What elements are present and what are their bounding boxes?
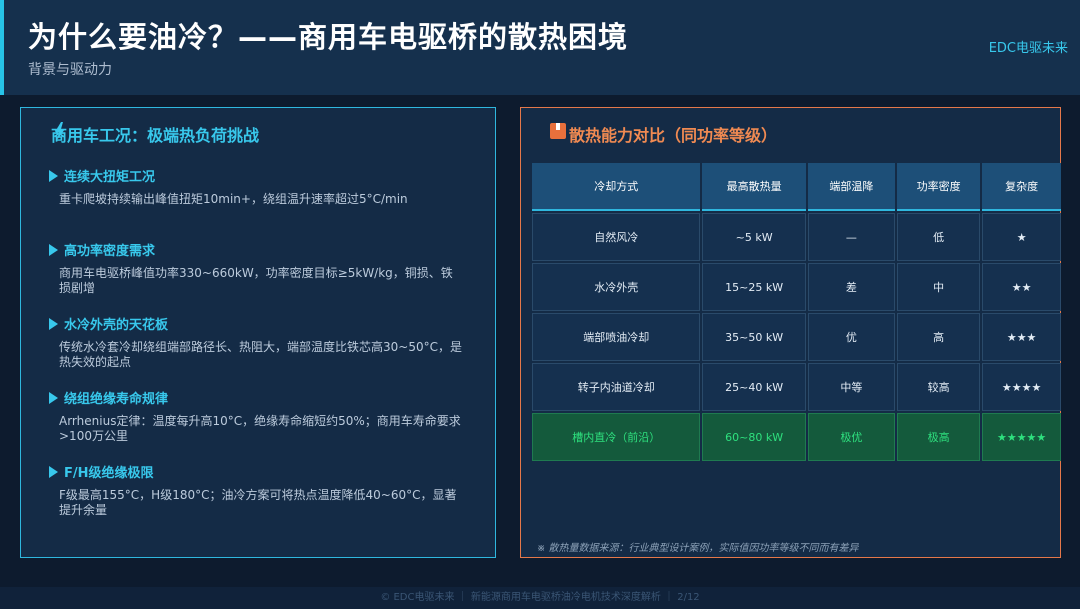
table-cell: 槽内直冷（前沿） [532,413,701,461]
table-cell: 转子内油道冷却 [532,363,701,411]
cooling-comparison-panel: 散热能力对比（同功率等级） 冷却方式 最高散热量 端部温降 功率密度 复杂度 自… [520,107,1061,558]
table-cell: 端部喷油冷却 [532,313,701,361]
table-cell: 差 [807,263,895,311]
table-cell: 15~25 kW [702,263,806,311]
table-row: 转子内油道冷却 25~40 kW 中等 较高 ★★★★ [532,363,1061,411]
table-cell: 较高 [897,363,981,411]
thermal-challenge-panel: 商用车工况：极端热负荷挑战 连续大扭矩工况 重卡爬坡持续输出峰值扭矩10min+… [20,107,496,558]
list-item: 连续大扭矩工况 重卡爬坡持续输出峰值扭矩10min+，绕组温升速率超过5°C/m… [49,166,469,240]
table-row-highlighted: 槽内直冷（前沿） 60~80 kW 极优 极高 ★★★★★ [532,413,1061,461]
table-cell: 优 [807,313,895,361]
item-description: 商用车电驱桥峰值功率330~660kW，功率密度目标≥5kW/kg，铜损、铁损剧… [59,266,453,295]
table-cell: 25~40 kW [702,363,806,411]
data-source-footnote: ※ 散热量数据来源：行业典型设计案例，实际值因功率等级不同而有差异 [537,543,859,554]
column-header: 最高散热量 [702,163,806,211]
table-cell: ~5 kW [702,213,806,261]
table-cell: 60~80 kW [702,413,806,461]
item-heading: F/H级绝缘极限 [64,466,154,481]
challenge-list: 连续大扭矩工况 重卡爬坡持续输出峰值扭矩10min+，绕组温升速率超过5°C/m… [49,166,469,536]
item-heading: 连续大扭矩工况 [64,170,156,185]
list-item: 绕组绝缘寿命规律 Arrhenius定律：温度每升高10°C，绝缘寿命缩短约50… [49,388,469,462]
table-cell: ★★★★★ [982,413,1061,461]
table-header-row: 冷却方式 最高散热量 端部温降 功率密度 复杂度 [532,163,1061,211]
slide-header: 为什么要油冷？——商用车电驱桥的散热困境 背景与驱动力 EDC电驱未来 [0,0,1080,95]
list-item: 高功率密度需求 商用车电驱桥峰值功率330~660kW，功率密度目标≥5kW/k… [49,240,469,314]
table-cell: ★ [982,213,1061,261]
table-cell: 极高 [897,413,981,461]
item-description: F级最高155°C，H级180°C；油冷方案可将热点温度降低40~60°C，显著… [59,488,457,517]
table-cell: 自然风冷 [532,213,701,261]
column-header: 端部温降 [807,163,895,211]
list-item: 水冷外壳的天花板 传统水冷套冷却绕组端部路径长、热阻大，端部温度比铁芯高30~5… [49,314,469,388]
table-cell: ★★★ [982,313,1061,361]
table-cell: 极优 [807,413,895,461]
column-header: 功率密度 [897,163,981,211]
triangle-bullet-icon [49,466,58,478]
table-cell: ★★★★ [982,363,1061,411]
toolbox-icon [550,123,566,139]
item-heading: 高功率密度需求 [64,244,156,259]
table-cell: 水冷外壳 [532,263,701,311]
table-row: 端部喷油冷却 35~50 kW 优 高 ★★★ [532,313,1061,361]
panel-title: 商用车工况：极端热负荷挑战 [51,126,260,145]
table-cell: 低 [897,213,981,261]
column-header: 复杂度 [982,163,1061,211]
triangle-bullet-icon [49,244,58,256]
triangle-bullet-icon [49,392,58,404]
comparison-table: 冷却方式 最高散热量 端部温降 功率密度 复杂度 自然风冷 ~5 kW — 低 … [530,161,1063,463]
triangle-bullet-icon [49,170,58,182]
item-description: 传统水冷套冷却绕组端部路径长、热阻大，端部温度比铁芯高30~50°C，是热失效的… [59,340,462,369]
item-heading: 水冷外壳的天花板 [64,318,169,333]
table-row: 水冷外壳 15~25 kW 差 中 ★★ [532,263,1061,311]
panel-title: 散热能力对比（同功率等级） [569,126,778,145]
table-cell: ★★ [982,263,1061,311]
list-item: F/H级绝缘极限 F级最高155°C，H级180°C；油冷方案可将热点温度降低4… [49,462,469,536]
page-subtitle: 背景与驱动力 [28,62,112,78]
item-heading: 绕组绝缘寿命规律 [64,392,169,407]
slide-footer: © EDC电驱未来 ｜ 新能源商用车电驱桥油冷电机技术深度解析 ｜ 2/12 [0,587,1080,609]
column-header: 冷却方式 [532,163,701,211]
item-description: Arrhenius定律：温度每升高10°C，绝缘寿命缩短约50%；商用车寿命要求… [59,414,461,443]
table-row: 自然风冷 ~5 kW — 低 ★ [532,213,1061,261]
page-title: 为什么要油冷？——商用车电驱桥的散热困境 [28,20,629,54]
table-cell: — [807,213,895,261]
brand-label: EDC电驱未来 [988,41,1068,56]
item-description: 重卡爬坡持续输出峰值扭矩10min+，绕组温升速率超过5°C/min [59,192,408,206]
table-cell: 中 [897,263,981,311]
triangle-bullet-icon [49,318,58,330]
table-cell: 高 [897,313,981,361]
table-cell: 35~50 kW [702,313,806,361]
table-cell: 中等 [807,363,895,411]
